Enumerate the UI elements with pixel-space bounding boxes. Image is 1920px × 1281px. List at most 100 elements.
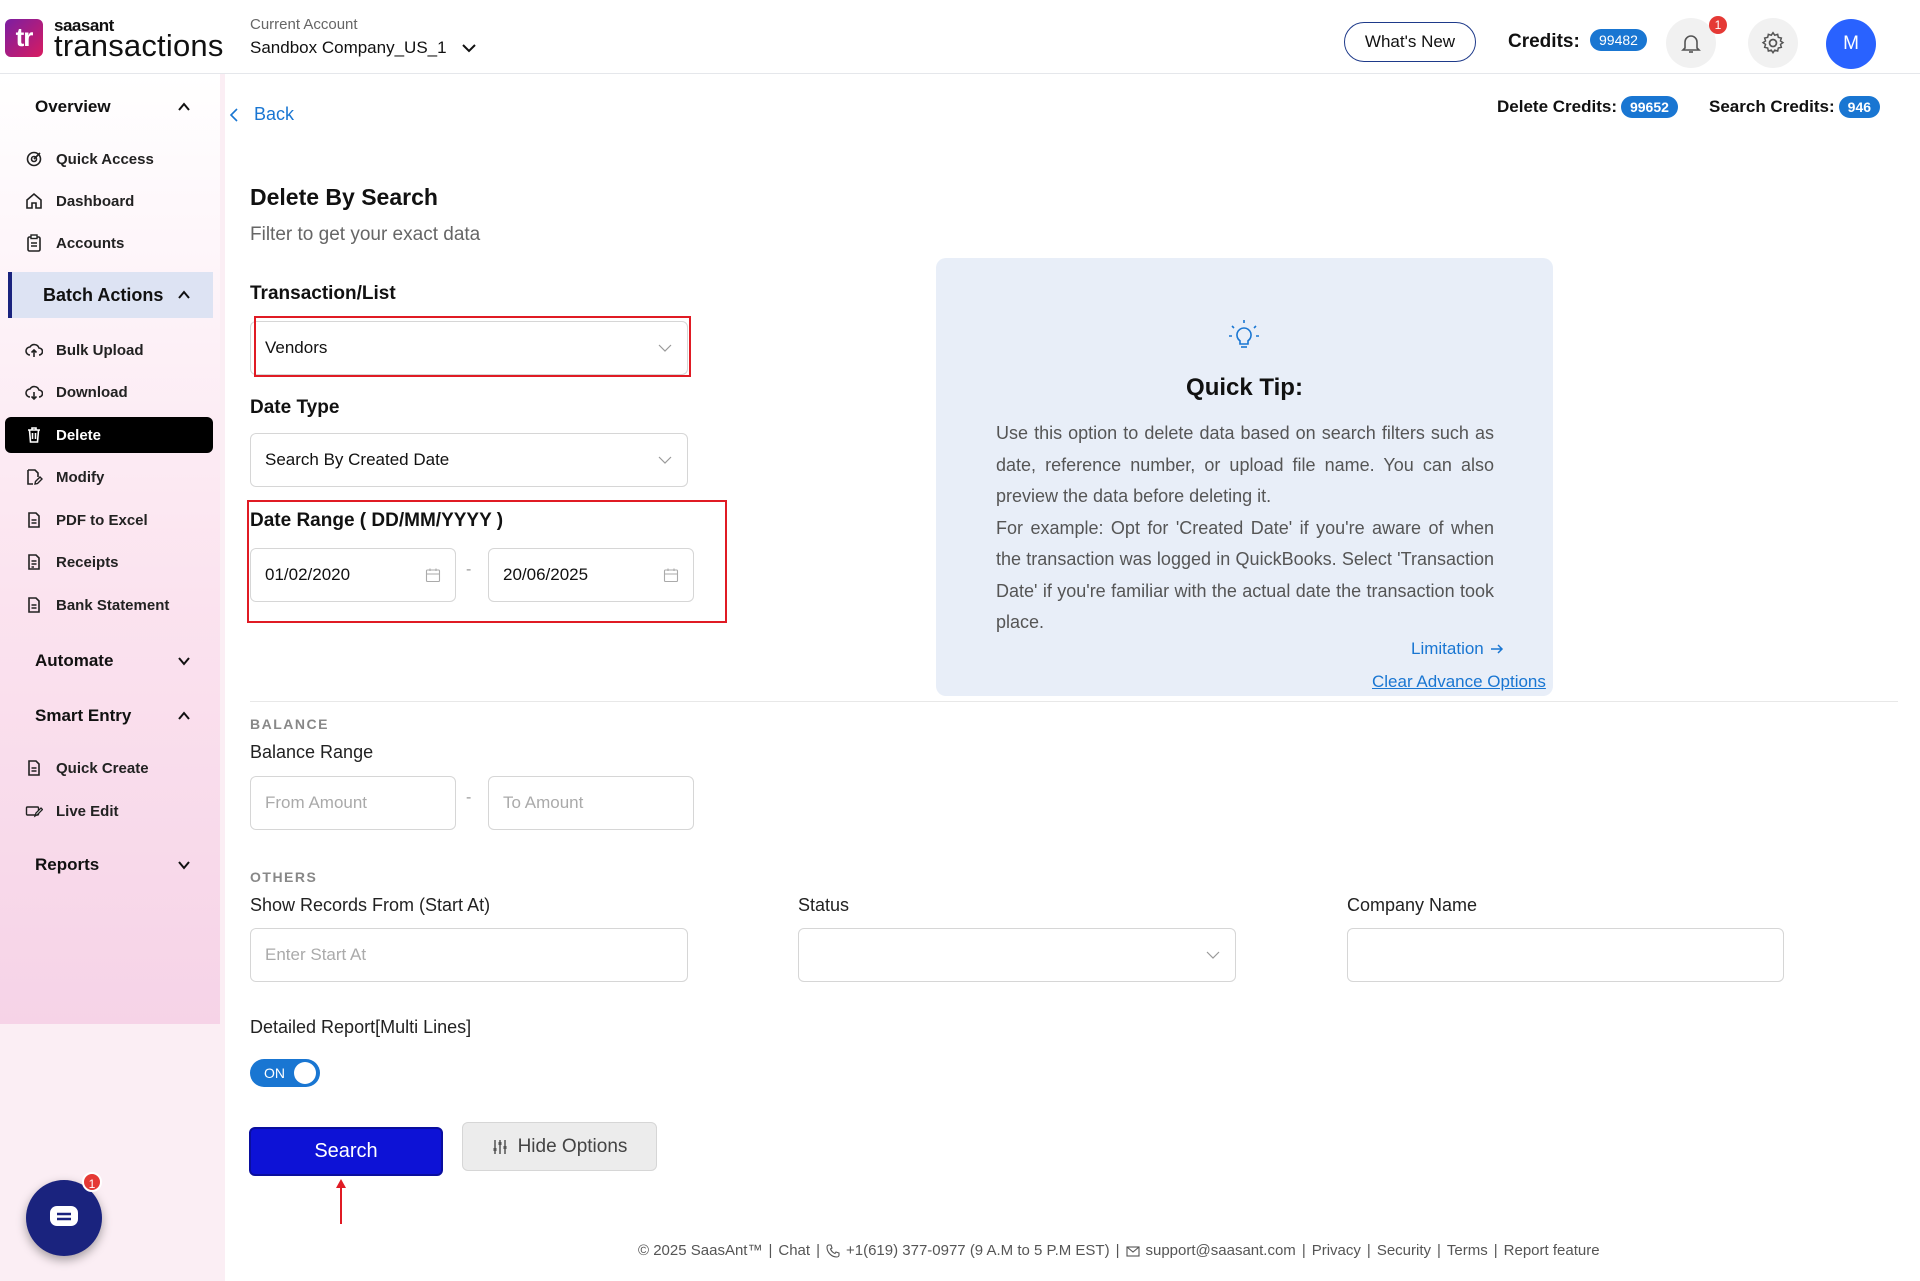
- footer: © 2025 SaasAnt™ | Chat | +1(619) 377-097…: [638, 1242, 1600, 1259]
- divider: [250, 701, 1898, 702]
- to-amount-input[interactable]: To Amount: [488, 776, 694, 830]
- section-label: Batch Actions: [43, 284, 164, 305]
- company-name-input[interactable]: [1347, 928, 1784, 982]
- trash-icon: [28, 427, 40, 443]
- hide-options-button[interactable]: Hide Options: [462, 1122, 657, 1171]
- chat-unread-badge: 1: [82, 1172, 102, 1192]
- balance-range-label: Balance Range: [250, 742, 374, 762]
- company-name-label: Company Name: [1347, 895, 1478, 915]
- delete-credits: Delete Credits: 99652: [1497, 96, 1678, 118]
- chevron-down-icon: [1206, 951, 1220, 959]
- pdf-file-icon: [28, 512, 40, 528]
- chevron-down-icon: [178, 861, 190, 870]
- sidebar-item-live-edit[interactable]: Live Edit: [5, 793, 213, 829]
- delete-credits-badge: 99652: [1620, 96, 1678, 118]
- date-type-select[interactable]: Search By Created Date: [250, 433, 688, 487]
- sidebar-section-automate[interactable]: Automate: [8, 638, 213, 684]
- copyright: © 2025 SaasAnt™: [638, 1242, 763, 1259]
- phone-icon: [826, 1243, 840, 1258]
- search-credits-badge: 946: [1838, 96, 1881, 118]
- toggle-state: ON: [264, 1065, 285, 1081]
- tip-description: Use this option to delete data based on …: [996, 423, 1494, 506]
- quick-tip-card: Quick Tip: Use this option to delete dat…: [936, 258, 1553, 696]
- annotation-arrow: [336, 1179, 346, 1224]
- clear-advance-options-link[interactable]: Clear Advance Options: [1372, 672, 1546, 692]
- chevron-up-icon: [178, 102, 190, 111]
- sidebar: Overview Quick Access Dashboard Accounts…: [0, 74, 225, 1281]
- sidebar-item-receipts[interactable]: Receipts: [5, 544, 213, 580]
- sidebar-item-delete[interactable]: Delete: [5, 417, 213, 453]
- toggle-knob: [294, 1062, 316, 1084]
- chevron-left-icon: [229, 107, 238, 122]
- tip-title: Quick Tip:: [1186, 374, 1303, 401]
- sidebar-item-quick-create[interactable]: Quick Create: [5, 750, 213, 786]
- footer-privacy-link[interactable]: Privacy: [1312, 1242, 1361, 1259]
- footer-email-link[interactable]: support@saasant.com: [1146, 1242, 1296, 1259]
- notification-count-badge: 1: [1709, 16, 1727, 34]
- date-type-label: Date Type: [250, 397, 340, 418]
- chevron-up-icon: [178, 290, 190, 299]
- sidebar-item-download[interactable]: Download: [5, 374, 213, 410]
- chevron-down-icon: [178, 657, 190, 666]
- gear-icon: [1761, 31, 1785, 54]
- settings-button[interactable]: [1748, 18, 1798, 68]
- search-credits: Search Credits: 946: [1709, 96, 1881, 118]
- statement-icon: [28, 597, 40, 613]
- start-at-input[interactable]: Enter Start At: [250, 928, 688, 982]
- detailed-report-label: Detailed Report[Multi Lines]: [250, 1017, 472, 1037]
- balance-section-heading: BALANCE: [250, 716, 329, 732]
- chevron-up-icon: [178, 711, 190, 720]
- arrow-right-icon: [1490, 644, 1503, 654]
- sidebar-item-quick-access[interactable]: Quick Access: [5, 141, 213, 177]
- search-button[interactable]: Search: [249, 1127, 443, 1176]
- home-icon: [26, 192, 42, 209]
- logo-mark[interactable]: tr: [5, 19, 43, 57]
- sidebar-section-batch-actions[interactable]: Batch Actions: [8, 272, 213, 318]
- sidebar-section-overview[interactable]: Overview: [8, 84, 213, 130]
- footer-phone[interactable]: +1(619) 377-0977 (9 A.M to 5 P.M EST): [846, 1242, 1110, 1259]
- bell-icon: [1681, 35, 1701, 53]
- lightbulb-icon: [1229, 320, 1259, 348]
- transaction-list-label: Transaction/List: [250, 283, 396, 304]
- footer-report-feature-link[interactable]: Report feature: [1504, 1242, 1600, 1259]
- logo-brand-name[interactable]: transactions: [54, 28, 224, 64]
- section-label: Automate: [35, 651, 114, 670]
- receipt-icon: [28, 554, 40, 570]
- sidebar-item-pdf-to-excel[interactable]: PDF to Excel: [5, 502, 213, 538]
- chat-icon: [50, 1206, 78, 1226]
- sidebar-item-accounts[interactable]: Accounts: [5, 225, 213, 261]
- footer-chat-link[interactable]: Chat: [778, 1242, 810, 1259]
- section-label: Overview: [35, 97, 111, 116]
- chevron-down-icon: [461, 44, 476, 53]
- sliders-icon: [493, 1139, 507, 1154]
- live-edit-icon: [25, 806, 43, 818]
- current-account-caption: Current Account: [250, 16, 358, 33]
- sidebar-section-reports[interactable]: Reports: [8, 842, 213, 888]
- status-select[interactable]: [798, 928, 1236, 982]
- user-avatar[interactable]: M: [1826, 19, 1876, 69]
- cloud-download-icon: [25, 385, 43, 401]
- account-switcher[interactable]: Sandbox Company_US_1: [250, 38, 477, 58]
- sidebar-item-bank-statement[interactable]: Bank Statement: [5, 587, 213, 623]
- whats-new-button[interactable]: What's New: [1344, 22, 1476, 62]
- sidebar-item-bulk-upload[interactable]: Bulk Upload: [5, 332, 213, 368]
- footer-security-link[interactable]: Security: [1377, 1242, 1431, 1259]
- footer-terms-link[interactable]: Terms: [1447, 1242, 1488, 1259]
- status-label: Status: [798, 895, 850, 915]
- section-label: Reports: [35, 855, 100, 874]
- page-subtitle: Filter to get your exact data: [250, 224, 481, 245]
- sidebar-item-dashboard[interactable]: Dashboard: [5, 183, 213, 219]
- clipboard-icon: [27, 234, 41, 252]
- credits-badge: 99482: [1590, 29, 1647, 51]
- limitation-link[interactable]: Limitation: [1411, 639, 1504, 659]
- tip-example: For example: Opt for 'Created Date' if y…: [996, 517, 1494, 633]
- edit-document-icon: [27, 469, 43, 485]
- back-link[interactable]: Back: [228, 104, 294, 125]
- highlight-annotation: [247, 500, 727, 623]
- detailed-report-toggle[interactable]: ON: [250, 1059, 320, 1087]
- from-amount-input[interactable]: From Amount: [250, 776, 456, 830]
- section-label: Smart Entry: [35, 706, 132, 725]
- sidebar-section-smart-entry[interactable]: Smart Entry: [8, 693, 213, 739]
- document-icon: [28, 760, 40, 776]
- sidebar-item-modify[interactable]: Modify: [5, 459, 213, 495]
